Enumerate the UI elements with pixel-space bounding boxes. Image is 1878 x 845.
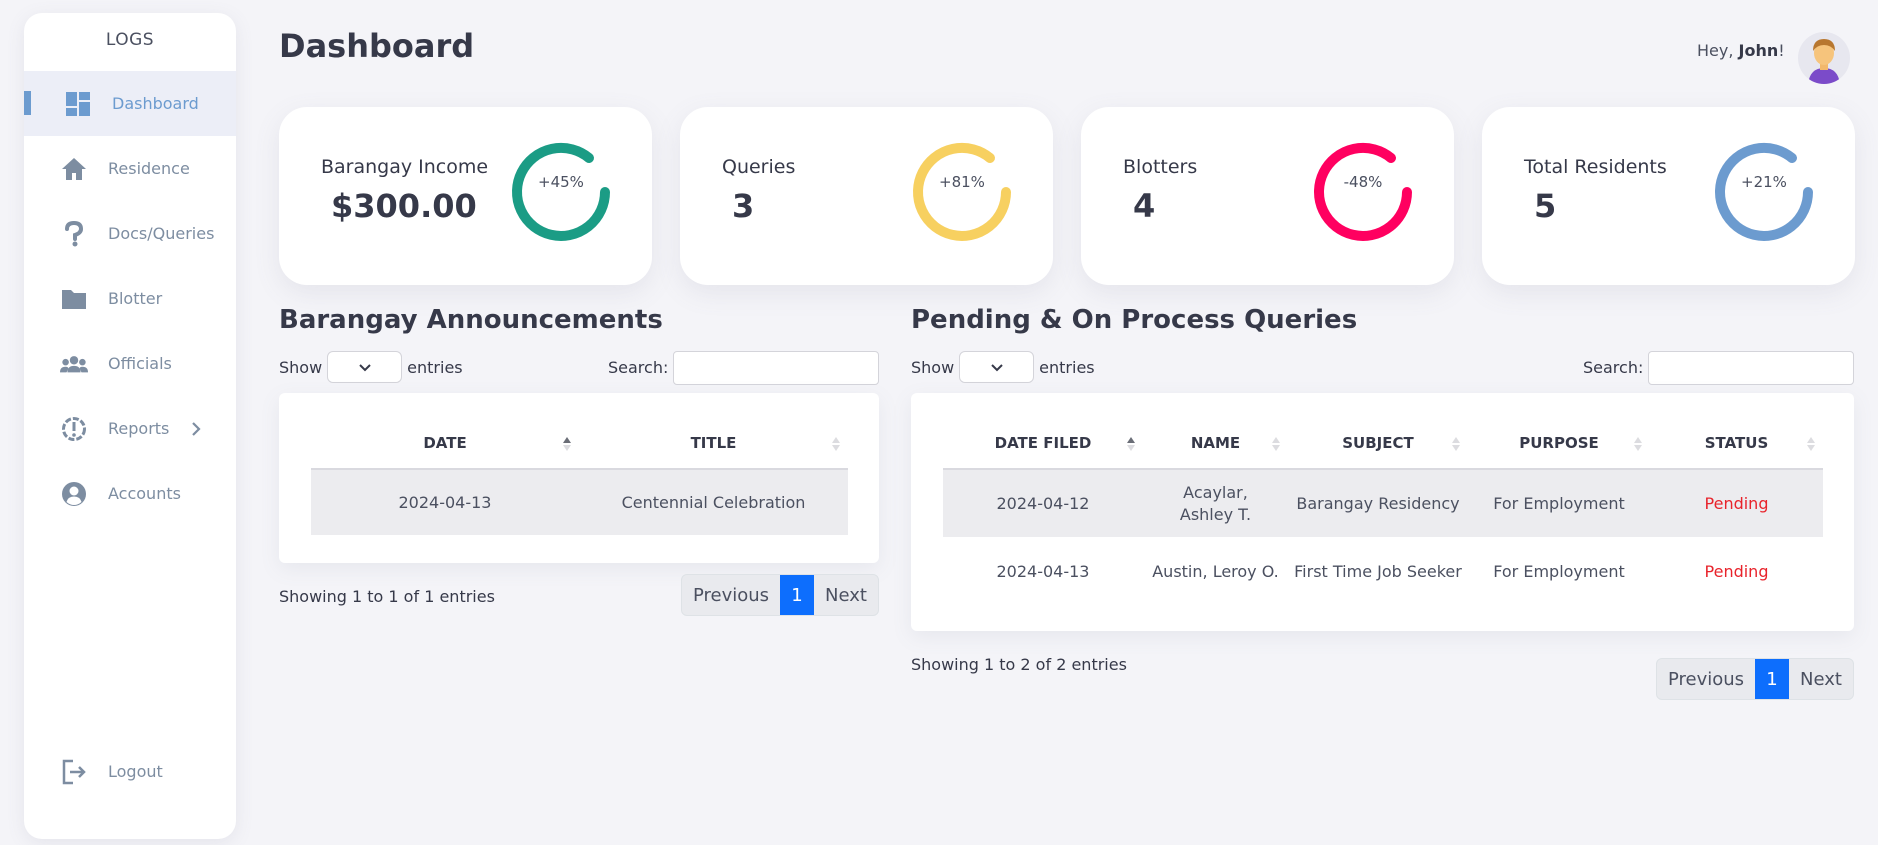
status-badge: Pending xyxy=(1704,561,1769,581)
logout-label: Logout xyxy=(108,762,163,781)
sidebar-item-residence[interactable]: Residence xyxy=(24,136,236,201)
progress-ring xyxy=(512,143,610,241)
table-row[interactable]: 2024-04-12 Acaylar, Ashley T. Barangay R… xyxy=(943,469,1823,537)
card-percent: +81% xyxy=(939,173,985,191)
sidebar-item-label: Officials xyxy=(108,354,172,373)
queries-title: Pending & On Process Queries xyxy=(911,305,1358,335)
greeting: Hey, John! xyxy=(1697,41,1785,60)
sidebar-item-docs-queries[interactable]: Docs/Queries xyxy=(24,201,236,266)
status-badge: Pending xyxy=(1650,469,1823,537)
progress-ring xyxy=(1314,143,1412,241)
queries-search-input[interactable] xyxy=(1648,351,1854,385)
sidebar-item-label: Residence xyxy=(108,159,190,178)
card-value: 5 xyxy=(1534,187,1557,225)
announcements-table: DATE TITLE 2024-04-13 Centennial Celebra… xyxy=(311,418,848,535)
card-label: Total Residents xyxy=(1524,156,1667,178)
sort-icon xyxy=(1807,437,1815,451)
queries-info: Showing 1 to 2 of 2 entries xyxy=(911,655,1127,674)
card-value: 4 xyxy=(1133,187,1156,225)
question-icon xyxy=(60,220,88,248)
entries-select[interactable] xyxy=(959,351,1035,383)
card-total-residents: Total Residents 5 +21% xyxy=(1482,107,1855,285)
announcements-info: Showing 1 to 1 of 1 entries xyxy=(279,587,495,606)
col-purpose[interactable]: PURPOSE xyxy=(1468,418,1650,470)
entries-select[interactable] xyxy=(327,351,403,383)
user-name: John xyxy=(1738,41,1779,60)
search-label: Search: xyxy=(608,358,669,377)
col-date-filed[interactable]: DATE FILED xyxy=(943,418,1143,470)
card-percent: +45% xyxy=(538,173,584,191)
logout-icon xyxy=(60,758,88,786)
announcements-table-card: DATE TITLE 2024-04-13 Centennial Celebra… xyxy=(279,393,879,563)
col-status[interactable]: STATUS xyxy=(1650,418,1823,470)
sort-icon xyxy=(832,437,840,451)
avatar[interactable] xyxy=(1798,32,1850,84)
announcements-pagination: Previous 1 Next xyxy=(681,574,879,616)
alert-circle-icon xyxy=(60,415,88,443)
progress-ring xyxy=(1715,143,1813,241)
col-date[interactable]: DATE xyxy=(311,418,579,470)
sidebar-item-label: Reports xyxy=(108,419,170,438)
announcements-length: Show entries xyxy=(279,351,463,383)
chevron-down-icon xyxy=(990,363,1003,371)
card-label: Barangay Income xyxy=(321,156,489,178)
card-value: $300.00 xyxy=(331,187,477,225)
table-row[interactable]: 2024-04-13 Centennial Celebration xyxy=(311,469,848,535)
card-label: Blotters xyxy=(1123,156,1198,178)
queries-pagination: Previous 1 Next xyxy=(1656,658,1854,700)
sort-icon xyxy=(563,437,571,451)
sidebar-item-reports[interactable]: Reports xyxy=(24,396,236,461)
next-button[interactable]: Next xyxy=(1789,659,1853,699)
card-value: 3 xyxy=(732,187,755,225)
card-percent: +21% xyxy=(1741,173,1787,191)
chevron-down-icon xyxy=(358,363,371,371)
sidebar-item-label: Docs/Queries xyxy=(108,224,215,243)
sidebar-item-dashboard[interactable]: Dashboard xyxy=(24,71,236,136)
page-title: Dashboard xyxy=(279,27,475,65)
sidebar-item-officials[interactable]: Officials xyxy=(24,331,236,396)
card-percent: -48% xyxy=(1343,173,1383,191)
col-title[interactable]: TITLE xyxy=(579,418,848,470)
folder-icon xyxy=(60,285,88,313)
page-1-button[interactable]: 1 xyxy=(1755,659,1789,699)
home-icon xyxy=(60,155,88,183)
page-1-button[interactable]: 1 xyxy=(780,575,814,615)
sidebar-item-blotter[interactable]: Blotter xyxy=(24,266,236,331)
table-row[interactable]: 2024-04-13 Austin, Leroy O. First Time J… xyxy=(943,537,1823,605)
col-subject[interactable]: SUBJECT xyxy=(1288,418,1468,470)
dashboard-icon xyxy=(64,90,92,118)
queries-table-card: DATE FILED NAME SUBJECT PURPOSE STATUS 2… xyxy=(911,393,1854,631)
sort-icon xyxy=(1127,437,1135,451)
previous-button[interactable]: Previous xyxy=(682,575,780,615)
sidebar-item-label: Blotter xyxy=(108,289,163,308)
sort-icon xyxy=(1634,437,1642,451)
sidebar-item-label: Accounts xyxy=(108,484,181,503)
announcements-title: Barangay Announcements xyxy=(279,305,663,335)
col-name[interactable]: NAME xyxy=(1143,418,1288,470)
account-circle-icon xyxy=(60,480,88,508)
next-button[interactable]: Next xyxy=(814,575,878,615)
card-label: Queries xyxy=(722,156,796,178)
queries-table: DATE FILED NAME SUBJECT PURPOSE STATUS 2… xyxy=(943,418,1823,605)
sidebar-item-accounts[interactable]: Accounts xyxy=(24,461,236,526)
card-barangay-income: Barangay Income $300.00 +45% xyxy=(279,107,652,285)
progress-ring xyxy=(913,143,1011,241)
announcements-search-input[interactable] xyxy=(673,351,879,385)
logout-button[interactable]: Logout xyxy=(24,739,236,804)
logo: LOGS xyxy=(105,30,155,50)
sidebar-item-label: Dashboard xyxy=(112,94,199,113)
card-blotters: Blotters 4 -48% xyxy=(1081,107,1454,285)
card-queries: Queries 3 +81% xyxy=(680,107,1053,285)
sort-icon xyxy=(1452,437,1460,451)
search-label: Search: xyxy=(1583,358,1644,377)
sort-icon xyxy=(1272,437,1280,451)
chevron-right-icon[interactable] xyxy=(191,421,201,437)
sidebar: LOGS Dashboard Residence Docs/Queries Bl… xyxy=(24,13,236,839)
previous-button[interactable]: Previous xyxy=(1657,659,1755,699)
queries-length: Show entries xyxy=(911,351,1095,383)
users-icon xyxy=(60,350,88,378)
